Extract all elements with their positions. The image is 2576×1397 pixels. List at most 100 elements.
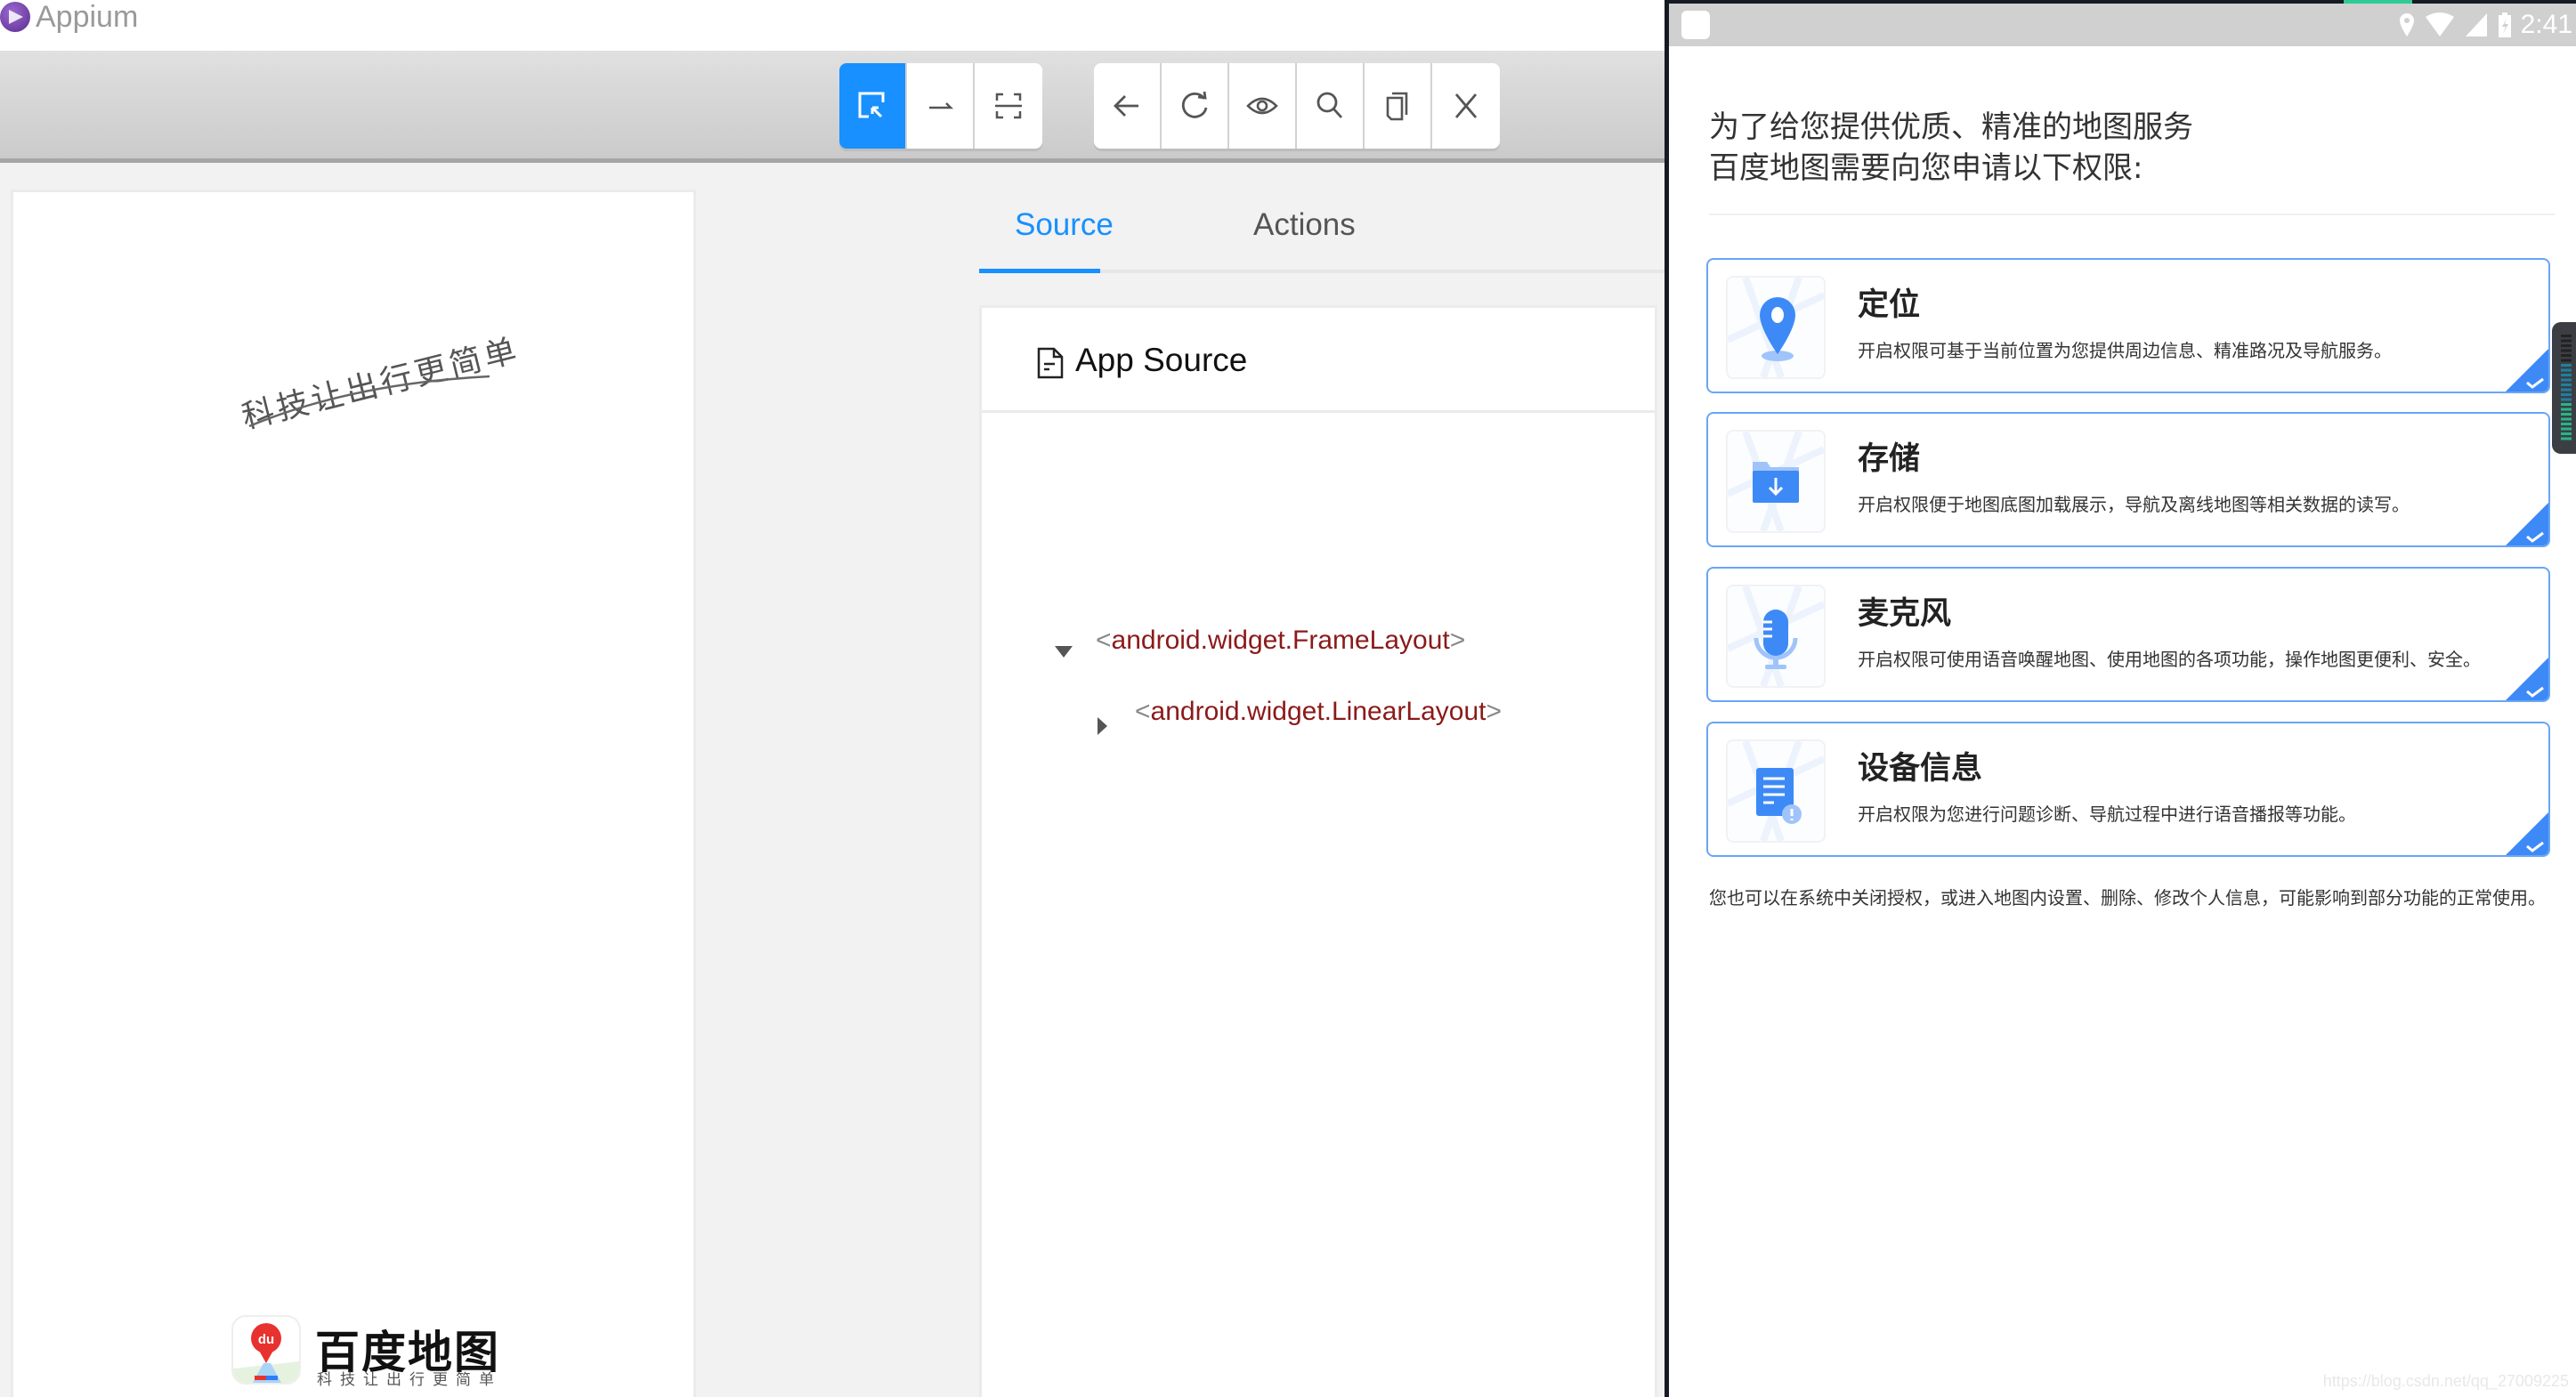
device-info-icon — [1728, 741, 1824, 841]
battery-charging-icon — [2498, 12, 2511, 37]
permission-card-device-info[interactable]: 设备信息 开启权限为您进行问题诊断、导航过程中进行语音播报等功能。 — [1706, 722, 2550, 857]
permission-title: 麦克风 — [1858, 596, 1952, 632]
tree-node-linearlayout[interactable]: <android.widget.LinearLayout> — [1135, 697, 1502, 727]
permission-card-microphone[interactable]: 麦克风 开启权限可使用语音唤醒地图、使用地图的各项功能，操作地图更便利、安全。 — [1706, 567, 2550, 702]
permission-intro: 为了给您提供优质、精准的地图服务 百度地图需要向您申请以下权限: — [1709, 107, 2193, 189]
location-pin-icon — [1728, 278, 1824, 377]
refresh-icon — [1181, 91, 1208, 118]
tab-actions[interactable]: Actions — [1253, 207, 1356, 243]
side-widget-stripe — [2561, 335, 2572, 337]
side-widget-stripe — [2561, 374, 2572, 376]
notification-icon — [1681, 11, 1710, 39]
app-source-header: App Source — [982, 308, 1655, 413]
caret-right-icon[interactable] — [1098, 717, 1107, 735]
location-icon — [2399, 13, 2414, 36]
permission-card-storage[interactable]: 存储 开启权限便于地图底图加载展示，导航及离线地图等相关数据的读写。 — [1706, 412, 2550, 547]
side-widget-stripe — [2561, 349, 2572, 352]
inspector-tabs: Source Actions — [979, 198, 1665, 273]
swipe-button[interactable] — [907, 63, 975, 149]
permission-icon-box — [1726, 276, 1826, 379]
baidu-map-app-icon: du — [231, 1315, 301, 1385]
permission-footer-note: 您也可以在系统中关闭授权，或进入地图内设置、删除、修改个人信息，可能影响到部分功… — [1709, 887, 2546, 908]
side-widget-stripe — [2561, 427, 2572, 431]
side-widget-stripe — [2561, 408, 2572, 411]
floating-side-widget[interactable] — [2552, 322, 2576, 454]
status-icons: 2:41 — [2398, 7, 2572, 43]
divider — [1709, 214, 2555, 215]
file-text-icon — [1037, 347, 1064, 379]
permission-title: 设备信息 — [1858, 751, 1983, 787]
tab-source[interactable]: Source — [1015, 207, 1114, 243]
side-widget-stripe — [2561, 344, 2572, 347]
permission-desc: 开启权限可基于当前位置为您提供周边信息、精准路况及导航服务。 — [1858, 340, 2392, 361]
side-widget-stripe — [2561, 423, 2572, 425]
status-time: 2:41 — [2520, 10, 2572, 39]
microphone-icon — [1728, 586, 1824, 686]
permission-icon-box — [1726, 585, 1826, 688]
side-widget-stripe — [2561, 359, 2572, 362]
select-elements-button[interactable] — [839, 63, 907, 149]
inspector-main: 科技让出行更简单 du 百度地图 科技让出行更简单 Source Actions — [0, 163, 1665, 1397]
search-button[interactable] — [1297, 63, 1365, 149]
intro-line-1: 为了给您提供优质、精准的地图服务 — [1709, 109, 2193, 145]
checkmark-icon — [2506, 812, 2548, 855]
checkmark-icon — [2506, 503, 2548, 545]
active-tab-indicator — [979, 269, 1100, 273]
title-bar: Appium — [0, 0, 1665, 51]
app-title: Appium — [36, 0, 139, 34]
tree-node-framelayout[interactable]: <android.widget.FrameLayout> — [1096, 626, 1465, 656]
refresh-button[interactable] — [1162, 63, 1229, 149]
scan-frame-icon — [995, 93, 1022, 119]
app-source-card: App Source <android.widget.FrameLayout> … — [979, 305, 1657, 1397]
swipe-icon — [929, 102, 954, 109]
side-widget-stripe — [2561, 364, 2572, 367]
quit-session-button[interactable] — [1432, 63, 1500, 149]
permission-desc: 开启权限可使用语音唤醒地图、使用地图的各项功能，操作地图更便利、安全。 — [1858, 649, 2481, 670]
permission-desc: 开启权限便于地图底图加载展示，导航及离线地图等相关数据的读写。 — [1858, 494, 2410, 515]
device-screenshot-panel[interactable]: 科技让出行更简单 du 百度地图 科技让出行更简单 — [11, 190, 696, 1397]
permission-icon-box — [1726, 739, 1826, 843]
watermark: https://blog.csdn.net/qq_27009225 — [2322, 1372, 2569, 1390]
side-widget-stripe — [2561, 432, 2572, 435]
checkmark-icon — [2506, 349, 2548, 392]
tree-node-tag: android.widget.FrameLayout — [1111, 626, 1450, 655]
logo-badge-text: du — [258, 1332, 274, 1347]
appium-logo-icon — [0, 2, 30, 32]
close-icon — [1454, 93, 1478, 118]
permission-icon-box — [1726, 430, 1826, 533]
side-widget-stripe — [2561, 339, 2572, 343]
session-actions-group — [1094, 63, 1500, 149]
select-element-icon — [858, 92, 885, 118]
side-widget-stripe — [2561, 368, 2572, 372]
checkmark-icon — [2506, 658, 2548, 700]
record-button[interactable] — [1229, 63, 1297, 149]
copy-source-button[interactable] — [1365, 63, 1432, 149]
slogan-text: 科技让出行更简单 — [239, 332, 521, 436]
tree-node-tag: android.widget.LinearLayout — [1150, 697, 1486, 726]
side-widget-stripe — [2561, 413, 2572, 416]
side-widget-stripe — [2561, 403, 2572, 406]
caret-down-icon[interactable] — [1055, 646, 1073, 658]
intro-line-2: 百度地图需要向您申请以下权限: — [1709, 150, 2143, 186]
interaction-mode-group — [839, 63, 1042, 149]
search-icon — [1316, 92, 1343, 118]
side-widget-stripe — [2561, 417, 2572, 421]
tap-coordinates-button[interactable] — [975, 63, 1042, 149]
side-widget-stripe — [2561, 393, 2572, 396]
side-widget-stripe — [2561, 398, 2572, 401]
status-bar: 2:41 — [1669, 4, 2576, 46]
wifi-icon — [2425, 12, 2454, 36]
side-widget-stripe — [2561, 378, 2572, 382]
arrow-left-icon — [1114, 95, 1138, 117]
app-source-title: App Source — [1075, 342, 1248, 378]
side-widget-stripe — [2561, 388, 2572, 392]
permission-card-location[interactable]: 定位 开启权限可基于当前位置为您提供周边信息、精准路况及导航服务。 — [1706, 258, 2550, 393]
device-screen: 2:41 为了给您提供优质、精准的地图服务 百度地图需要向您申请以下权限: 定位… — [1665, 0, 2576, 1397]
side-widget-stripe — [2561, 354, 2572, 357]
copy-icon — [1386, 92, 1408, 121]
back-button[interactable] — [1094, 63, 1162, 149]
permission-title: 定位 — [1858, 287, 1921, 323]
folder-download-icon — [1728, 432, 1824, 531]
permission-title: 存储 — [1858, 441, 1921, 477]
side-widget-stripe — [2561, 437, 2572, 440]
